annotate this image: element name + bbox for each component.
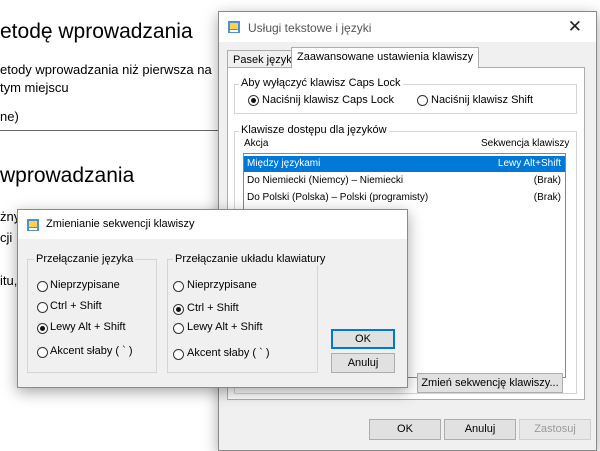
lang-radio-unassigned[interactable] <box>37 281 48 292</box>
hotkeys-group-label: Klawisze dostępu dla języków <box>239 124 389 136</box>
language-switch-group-label: Przełączanie języka <box>34 253 136 265</box>
text-services-icon <box>228 21 240 33</box>
layout-radio-left-alt-shift[interactable] <box>173 323 184 334</box>
bg-dropdown[interactable]: ne) <box>0 102 225 131</box>
lang-radio-ctrl-shift[interactable] <box>37 302 48 313</box>
change-key-sequence-dialog: Zmienianie sekwencji klawiszy Przełączan… <box>17 209 408 388</box>
layout-radio-ctrl-shift[interactable] <box>173 304 184 315</box>
tab-advanced-key-settings[interactable]: Zaawansowane ustawienia klawiszy <box>291 47 480 68</box>
bg-text-line2: tym miejscu <box>0 80 69 95</box>
layout-option-grave-accent-label: Akcent słaby ( ` ) <box>187 347 270 359</box>
list-item-action: Do Polski (Polska) – Polski (programisty… <box>247 192 429 203</box>
list-item-sequence: (Brak) <box>533 175 561 186</box>
layout-option-ctrl-shift-label: Ctrl + Shift <box>187 302 239 314</box>
bg-dropdown-value: ne) <box>0 109 19 124</box>
change-key-sequence-button[interactable]: Zmień sekwencję klawiszy... <box>417 373 563 393</box>
lang-option-grave-accent-label: Akcent słaby ( ` ) <box>50 345 133 357</box>
bg-text-line1: etody wprowadzania niż pierwsza na <box>0 62 212 77</box>
layout-radio-unassigned[interactable] <box>173 281 184 292</box>
list-item-action: Do Niemiecki (Niemcy) – Niemiecki <box>247 175 404 186</box>
lang-option-left-alt-shift-label: Lewy Alt + Shift <box>50 321 126 333</box>
lang-radio-left-alt-shift[interactable] <box>37 323 48 334</box>
capslock-option-shift-label: Naciśnij klawisz Shift <box>431 94 534 106</box>
lang-option-unassigned-label: Nieprzypisane <box>50 279 120 291</box>
column-header-action[interactable]: Akcja <box>244 138 268 149</box>
bg-heading-input-method-2: wprowadzania <box>0 164 135 187</box>
text-services-icon <box>27 219 39 231</box>
capslock-radio-shift[interactable] <box>417 95 428 106</box>
change-dialog-title-bar[interactable]: Zmienianie sekwencji klawiszy <box>18 210 407 239</box>
list-item[interactable]: Do Polski (Polska) – Polski (programisty… <box>244 190 565 206</box>
ok-button[interactable]: OK <box>369 419 441 440</box>
list-item-sequence: Lewy Alt+Shift <box>497 158 561 169</box>
list-item[interactable]: Do Niemiecki (Niemcy) – Niemiecki (Brak) <box>244 173 565 189</box>
bg-heading-input-method: etodę wprowadzania <box>0 20 193 43</box>
apply-button[interactable]: Zastosuj <box>519 419 591 440</box>
close-icon[interactable]: ✕ <box>568 18 582 35</box>
change-dialog-ok-button[interactable]: OK <box>331 329 395 349</box>
change-dialog-title: Zmienianie sekwencji klawiszy <box>46 218 195 230</box>
dialog-title: Usługi tekstowe i języki <box>248 21 372 35</box>
layout-radio-grave-accent[interactable] <box>173 349 184 360</box>
layout-switch-group-label: Przełączanie układu klawiatury <box>173 253 328 265</box>
title-bar[interactable]: Usługi tekstowe i języki ✕ <box>219 12 596 42</box>
lang-option-ctrl-shift-label: Ctrl + Shift <box>50 300 102 312</box>
cancel-button[interactable]: Anuluj <box>444 419 516 440</box>
bg-fragment-2: cji <box>0 230 13 245</box>
list-item-sequence: (Brak) <box>533 192 561 203</box>
capslock-option-capslock-label: Naciśnij klawisz Caps Lock <box>262 94 395 106</box>
layout-option-left-alt-shift-label: Lewy Alt + Shift <box>187 321 263 333</box>
layout-option-unassigned-label: Nieprzypisane <box>187 279 257 291</box>
capslock-group-label: Aby wyłączyć klawisz Caps Lock <box>239 77 403 89</box>
column-header-sequence[interactable]: Sekwencja klawiszy <box>481 138 569 149</box>
list-item[interactable]: Między językami Lewy Alt+Shift <box>244 156 565 172</box>
bg-fragment-3: itu, <box>0 273 18 288</box>
lang-radio-grave-accent[interactable] <box>37 347 48 358</box>
capslock-radio-capslock[interactable] <box>248 95 259 106</box>
list-item-action: Między językami <box>247 158 321 169</box>
change-dialog-cancel-button[interactable]: Anuluj <box>331 353 395 373</box>
